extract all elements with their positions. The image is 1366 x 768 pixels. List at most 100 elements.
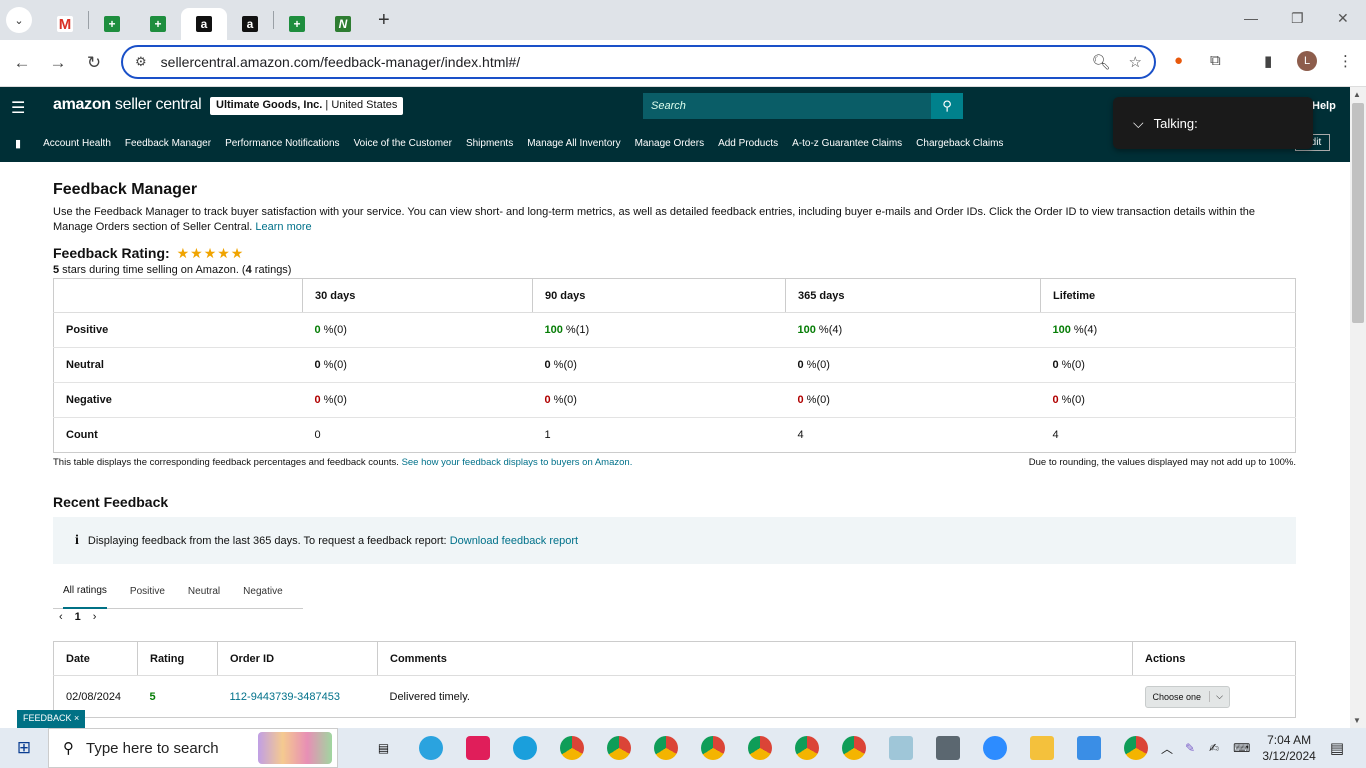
profile-avatar[interactable]: L (1297, 51, 1317, 71)
browser-tab-pen[interactable]: N (320, 8, 366, 40)
tab-negative[interactable]: Negative (243, 574, 282, 609)
slack-icon[interactable] (454, 728, 501, 768)
side-panel-icon[interactable]: ▮ (1264, 52, 1272, 70)
order-id-link[interactable]: 112-9443739-3487453 (218, 676, 378, 718)
chrome-icon[interactable] (548, 728, 595, 768)
keyboard-icon[interactable]: ⌨ (1233, 741, 1250, 755)
nav-manage-inventory[interactable]: Manage All Inventory (527, 138, 620, 149)
talking-label: Talking: (1153, 115, 1198, 131)
site-info-icon[interactable]: ⚙ (135, 54, 147, 70)
browser-menu-icon[interactable]: ⋮ (1338, 52, 1353, 70)
chrome-icon[interactable] (595, 728, 642, 768)
info-icon: i (75, 532, 79, 548)
chrome-icon[interactable] (736, 728, 783, 768)
help-link[interactable]: Help (1312, 100, 1336, 112)
nav-performance-notifications[interactable]: Performance Notifications (225, 138, 340, 149)
close-window-icon[interactable]: ✕ (1337, 10, 1349, 27)
chrome-icon[interactable] (1112, 728, 1159, 768)
browser-tab-amazon-2[interactable]: a (227, 8, 273, 40)
pen-workspace-icon[interactable]: ✍ (1209, 741, 1219, 755)
page-scrollbar[interactable]: ▲ ▼ (1350, 87, 1366, 728)
bookmark-star-icon[interactable]: ☆ (1129, 53, 1142, 71)
photos-icon[interactable] (1065, 728, 1112, 768)
buyer-display-link[interactable]: See how your feedback displays to buyers… (402, 457, 633, 468)
tab-all-ratings[interactable]: All ratings (63, 574, 107, 609)
rating-filter-tabs: All ratings Positive Neutral Negative (53, 574, 303, 609)
search-icon: ⚲ (63, 740, 74, 757)
store-selector[interactable]: Ultimate Goods, Inc. | United States (210, 97, 404, 115)
sheets-icon: + (289, 16, 305, 32)
nav-a-to-z-claims[interactable]: A-to-z Guarantee Claims (792, 138, 902, 149)
notepad-icon[interactable] (877, 728, 924, 768)
browser-tab-sheets-3[interactable]: + (274, 8, 320, 40)
nav-voice-of-customer[interactable]: Voice of the Customer (354, 138, 452, 149)
nav-chargeback-claims[interactable]: Chargeback Claims (916, 138, 1003, 149)
browser-tab-sheets-1[interactable]: + (89, 8, 135, 40)
metrics-row-negative: Negative 0 %(0) 0 %(0) 0 %(0) 0 %(0) (53, 382, 1296, 418)
pen-icon[interactable]: ✎ (1185, 741, 1195, 755)
restore-icon[interactable]: ❐ (1291, 10, 1304, 27)
learn-more-link[interactable]: Learn more (255, 221, 311, 233)
url-text[interactable]: sellercentral.amazon.com/feedback-manage… (161, 54, 521, 70)
feedback-tab-button[interactable]: FEEDBACK × (17, 710, 86, 728)
scroll-down-icon[interactable]: ▼ (1353, 716, 1361, 725)
chevron-down-icon[interactable]: ⌵ (1133, 115, 1144, 132)
calculator-icon[interactable] (924, 728, 971, 768)
chrome-icon[interactable] (689, 728, 736, 768)
scrollbar-thumb[interactable] (1352, 103, 1364, 323)
nav-manage-orders[interactable]: Manage Orders (635, 138, 704, 149)
task-view-icon[interactable]: ▤ (360, 728, 407, 768)
pagination: ‹ 1 › (59, 611, 96, 623)
telegram-icon[interactable] (407, 728, 454, 768)
extensions-puzzle-icon[interactable]: ⧉ (1210, 52, 1221, 69)
forward-icon[interactable]: → (40, 53, 76, 73)
prev-page-icon[interactable]: ‹ (59, 611, 63, 623)
reload-icon[interactable]: ↻ (76, 53, 112, 73)
windows-start-icon[interactable]: ⊞ (0, 738, 48, 758)
scroll-up-icon[interactable]: ▲ (1353, 90, 1361, 99)
download-report-link[interactable]: Download feedback report (450, 535, 578, 547)
tab-positive[interactable]: Positive (130, 574, 165, 609)
chevron-down-icon[interactable]: ⌵ (1209, 691, 1229, 702)
action-select[interactable]: Choose one ⌵ (1144, 685, 1231, 708)
new-tab-plus-icon[interactable]: + (378, 9, 390, 32)
hamburger-menu-icon[interactable]: ☰ (11, 98, 25, 118)
back-icon[interactable]: ← (4, 53, 40, 73)
nav-feedback-manager[interactable]: Feedback Manager (125, 138, 211, 149)
zoom-icon[interactable]: 🔍︎ (1092, 53, 1111, 71)
extension-flame-icon[interactable]: ● (1174, 52, 1183, 69)
chevron-up-icon[interactable]: ︿ (1161, 740, 1173, 757)
bookmark-icon[interactable]: ▮ (15, 137, 21, 150)
edge-icon[interactable] (501, 728, 548, 768)
seller-central-logo[interactable]: amazon seller central (53, 96, 202, 114)
feedback-rating-heading: Feedback Rating: ★★★★★ (53, 245, 245, 261)
nav-account-health[interactable]: Account Health (43, 138, 111, 149)
amazon-icon: a (196, 16, 212, 32)
minimize-icon[interactable]: — (1244, 10, 1258, 26)
metrics-row-positive: Positive 0 %(0) 100 %(1) 100 %(4) 100 %(… (53, 312, 1296, 348)
sheets-icon: + (104, 16, 120, 32)
talking-overlay[interactable]: ⌵ Talking: (1113, 97, 1313, 149)
clock[interactable]: 7:04 AM 3/12/2024 (1262, 732, 1315, 764)
info-banner: i Displaying feedback from the last 365 … (53, 517, 1296, 564)
browser-tab-sheets-2[interactable]: + (135, 8, 181, 40)
chrome-icon[interactable] (830, 728, 877, 768)
tab-search-icon[interactable]: ⌄ (6, 7, 32, 33)
browser-tab-amazon-active[interactable]: a (181, 8, 227, 40)
chrome-icon[interactable] (642, 728, 689, 768)
nav-shipments[interactable]: Shipments (466, 138, 513, 149)
nav-add-products[interactable]: Add Products (718, 138, 778, 149)
search-input[interactable] (643, 93, 931, 119)
notifications-icon[interactable]: ▤ (1330, 739, 1344, 757)
search-icon[interactable]: ⚲ (931, 93, 963, 119)
zoom-app-icon[interactable] (971, 728, 1018, 768)
current-page[interactable]: 1 (75, 611, 81, 623)
url-bar[interactable]: ⚙ sellercentral.amazon.com/feedback-mana… (121, 45, 1156, 79)
tab-neutral[interactable]: Neutral (188, 574, 220, 609)
taskbar-search-placeholder[interactable]: Type here to search (86, 740, 219, 757)
browser-tab-strip: ⌄ M + + a a + N + — ❐ ✕ (0, 0, 1366, 40)
browser-tab-gmail[interactable]: M (42, 8, 88, 40)
file-explorer-icon[interactable] (1018, 728, 1065, 768)
next-page-icon[interactable]: › (93, 611, 97, 623)
chrome-icon[interactable] (783, 728, 830, 768)
